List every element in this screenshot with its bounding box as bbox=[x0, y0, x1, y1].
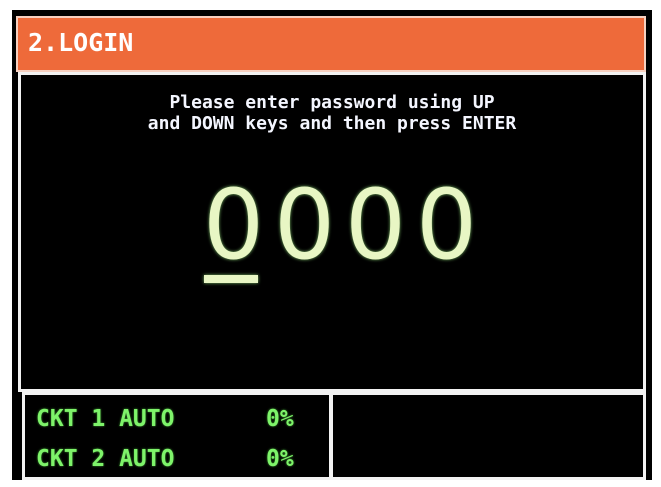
circuit-1-value: 0% bbox=[266, 406, 294, 432]
password-digit-1[interactable]: 0 bbox=[198, 170, 269, 290]
status-panel-right bbox=[330, 392, 646, 480]
password-entry[interactable]: 0 0 0 0 bbox=[198, 170, 482, 290]
title-bar: 2.LOGIN bbox=[16, 16, 646, 72]
digit-cursor bbox=[204, 275, 258, 283]
instruction-line-1: Please enter password using UP bbox=[169, 92, 495, 113]
password-digit-2[interactable]: 0 bbox=[269, 170, 340, 290]
circuit-2-value: 0% bbox=[266, 446, 294, 472]
circuit-1-label: CKT 1 AUTO bbox=[36, 406, 175, 432]
page-title: 2.LOGIN bbox=[28, 28, 134, 57]
password-digit-4[interactable]: 0 bbox=[411, 170, 482, 290]
password-digit-3[interactable]: 0 bbox=[340, 170, 411, 290]
circuit-2-label: CKT 2 AUTO bbox=[36, 446, 175, 472]
login-instructions: Please enter password using UP and DOWN … bbox=[18, 92, 646, 134]
instruction-line-2: and DOWN keys and then press ENTER bbox=[147, 113, 517, 134]
